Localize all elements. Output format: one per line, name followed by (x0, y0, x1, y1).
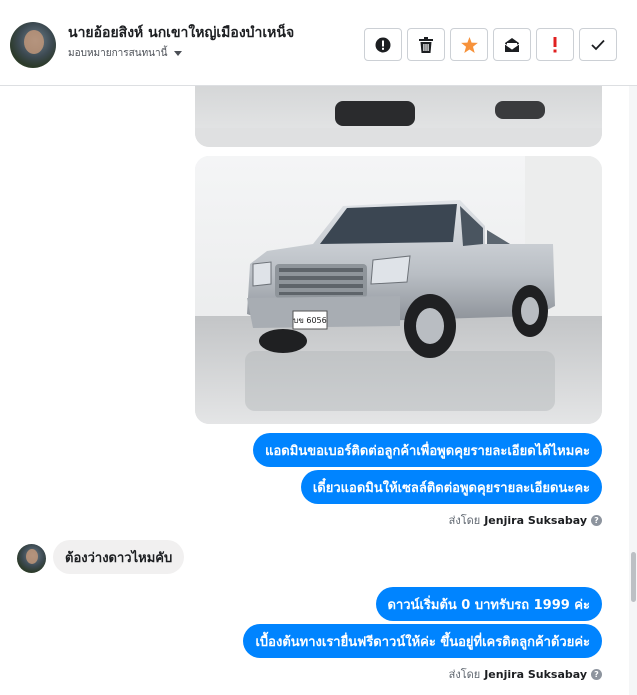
exclamation-circle-icon (375, 37, 391, 52)
question-icon[interactable]: ? (591, 514, 602, 526)
assign-conversation-dropdown[interactable]: มอบหมายการสนทนานี้ (68, 46, 183, 61)
conversation-header: นายอ้อยสิงห์ นกเขาใหญ่เมืองบำเหน็จ มอบหม… (0, 0, 637, 86)
star-button[interactable] (450, 28, 488, 61)
sent-by-prefix: ส่งโดย (448, 514, 481, 527)
sent-by-label: ส่งโดย Jenjira Suksabay ? (449, 665, 602, 683)
outgoing-message[interactable]: ดาวน์เริ่มต้น 0 บาทรับรถ 1999 ค่ะ (375, 587, 602, 621)
sent-by-label: ส่งโดย Jenjira Suksabay ? (449, 511, 602, 529)
mark-unread-button[interactable] (493, 28, 531, 61)
envelope-icon (504, 37, 520, 52)
assign-label: มอบหมายการสนทนานี้ (68, 48, 168, 59)
exclamation-icon (553, 36, 557, 52)
mark-spam-button[interactable] (364, 28, 402, 61)
sent-by-prefix: ส่งโดย (448, 668, 481, 681)
contact-name[interactable]: นายอ้อยสิงห์ นกเขาใหญ่เมืองบำเหน็จ (68, 22, 294, 44)
question-icon[interactable]: ? (591, 668, 602, 680)
contact-avatar[interactable] (17, 544, 46, 573)
thread-scrollbar[interactable] (629, 86, 637, 695)
delete-button[interactable] (407, 28, 445, 61)
sender-name[interactable]: Jenjira Suksabay (484, 514, 587, 527)
trash-icon (419, 36, 433, 53)
message-thread: บข 6056 แอดมินขอเบอร์ติดต่อลูกค้าเพื่อพู… (0, 86, 637, 695)
sender-name[interactable]: Jenjira Suksabay (484, 668, 587, 681)
car-photo-image: บข 6056 (195, 156, 602, 424)
car-photo-attachment[interactable]: บข 6056 (195, 156, 602, 424)
flag-button[interactable] (536, 28, 574, 61)
star-icon (460, 36, 478, 53)
contact-avatar[interactable] (10, 22, 56, 68)
scrollbar-thumb[interactable] (631, 552, 636, 602)
car-photo-attachment[interactable] (195, 86, 602, 147)
check-icon (591, 39, 605, 50)
caret-down-icon (174, 51, 183, 56)
incoming-message[interactable]: ต้องว่างดาวไหมคับ (53, 540, 185, 574)
outgoing-message[interactable]: เดี๋ยวแอดมินให้เซลล์ติดต่อพูดคุยรายละเอี… (300, 470, 602, 504)
car-photo-image (195, 86, 602, 147)
mark-done-button[interactable] (579, 28, 617, 61)
outgoing-message[interactable]: เบื้องต้นทางเรายื่นฟรีดาวน์ให้ค่ะ ขึ้นอย… (243, 624, 602, 658)
outgoing-message[interactable]: แอดมินขอเบอร์ติดต่อลูกค้าเพื่อพูดคุยรายล… (253, 433, 602, 467)
license-plate-text: บข 6056 (293, 316, 326, 325)
conversation-toolbar (364, 28, 617, 61)
